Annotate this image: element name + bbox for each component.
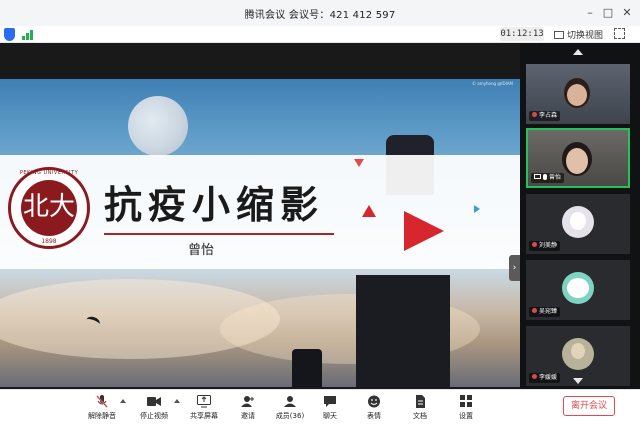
reactions-button[interactable]: 表情 [352,393,396,424]
chat-icon [324,396,336,407]
maximize-button[interactable]: □ [601,6,615,20]
photo-credit: © amyhong @IDIAM [472,81,513,86]
leave-meeting-button[interactable]: 离开会议 [563,396,615,416]
documents-button[interactable]: 文档 [398,393,442,424]
participant-nametag: 吴宛臻 [529,307,561,317]
collapse-panel-button[interactable]: › [509,255,520,281]
muted-icon [532,242,537,247]
triangle-decoration [354,159,364,167]
settings-grid-icon [460,395,472,407]
slide: © amyhong @IDIAM PEKING UNIVERSITY 北大 18… [0,79,520,387]
muted-icon [532,112,537,117]
participant-tile[interactable]: 李媛媛 [526,326,630,386]
play-triangle-decoration [404,211,444,251]
minimize-button[interactable]: – [583,6,597,20]
logo-text: PEKING UNIVERSITY [19,170,79,176]
window-title: 腾讯会议 会议号：421 412 597 [244,10,396,21]
mic-icon [543,174,547,180]
avatar-image [571,343,585,359]
muted-icon [532,374,537,379]
logo-year: 1898 [41,238,57,245]
share-screen-icon [197,395,211,408]
participant-tile-active[interactable]: 曾怡 [526,128,630,188]
members-button[interactable]: 成员(36) [268,393,312,424]
fullscreen-icon[interactable] [614,28,625,39]
participant-nametag: 李占森 [529,111,561,121]
status-bar: 01:12:13 切换视图 [0,26,640,43]
ruin-silhouette [292,349,322,387]
switch-view-button[interactable]: 切换视图 [554,28,603,41]
scroll-up-arrow-icon[interactable] [573,49,583,55]
emoji-icon [368,395,380,408]
settings-button[interactable]: 设置 [444,393,488,424]
grid-view-icon [554,31,564,39]
avatar [562,206,594,238]
shared-screen: © amyhong @IDIAM PEKING UNIVERSITY 北大 18… [0,43,520,389]
screen-share-icon [534,174,541,179]
participant-tile[interactable]: 李占森 [526,64,630,124]
avatar [562,272,594,304]
camera-icon [147,397,161,406]
slide-title: 抗疫小缩影 [104,182,325,227]
title-underline [104,233,334,235]
shield-icon[interactable] [4,28,15,41]
moon-image [128,96,188,156]
tower-silhouette [356,275,450,387]
mic-muted-icon [96,395,108,408]
invite-button[interactable]: 邀请 [226,393,270,424]
avatar-image [570,212,586,230]
stop-video-button[interactable]: 停止视频 [132,393,176,424]
triangle-decoration [362,205,376,217]
muted-icon [532,308,537,313]
switch-view-label: 切换视图 [567,31,604,41]
document-icon [416,395,425,408]
participant-nametag: 李媛媛 [529,373,561,383]
meeting-timer: 01:12:13 [500,27,544,41]
video-options-chevron-icon[interactable] [174,399,180,403]
meeting-toolbar: 解除静音 停止视频 共享屏幕 邀请 成员(36) 聊天 表情 文档 设置 [0,389,640,425]
avatar-image [567,278,589,298]
participant-nametag: 刘美静 [529,241,561,251]
members-icon [284,396,296,407]
participant-nametag: 曾怡 [531,173,565,183]
triangle-decoration [474,205,480,213]
participant-video [566,148,588,174]
participant-video [567,84,587,106]
logo-seal: 北大 [21,180,77,236]
avatar [562,338,594,370]
scroll-down-arrow-icon[interactable] [573,378,583,384]
signal-icon[interactable] [22,30,36,40]
close-button[interactable]: ✕ [620,6,634,20]
logo-glyph: 北大 [22,192,75,222]
share-screen-button[interactable]: 共享屏幕 [182,393,226,424]
participant-tile[interactable]: 刘美静 [526,194,630,254]
slide-banner: PEKING UNIVERSITY 北大 1898 抗疫小缩影 曾怡 [0,155,520,269]
unmute-button[interactable]: 解除静音 [80,393,124,424]
title-bar: 腾讯会议 会议号：421 412 597 – □ ✕ [0,0,640,26]
peking-university-logo: PEKING UNIVERSITY 北大 1898 [8,167,90,249]
chat-button[interactable]: 聊天 [308,393,352,424]
audio-options-chevron-icon[interactable] [120,399,126,403]
slide-author: 曾怡 [188,243,215,258]
participant-tile[interactable]: 吴宛臻 [526,260,630,320]
add-user-icon [241,396,254,407]
